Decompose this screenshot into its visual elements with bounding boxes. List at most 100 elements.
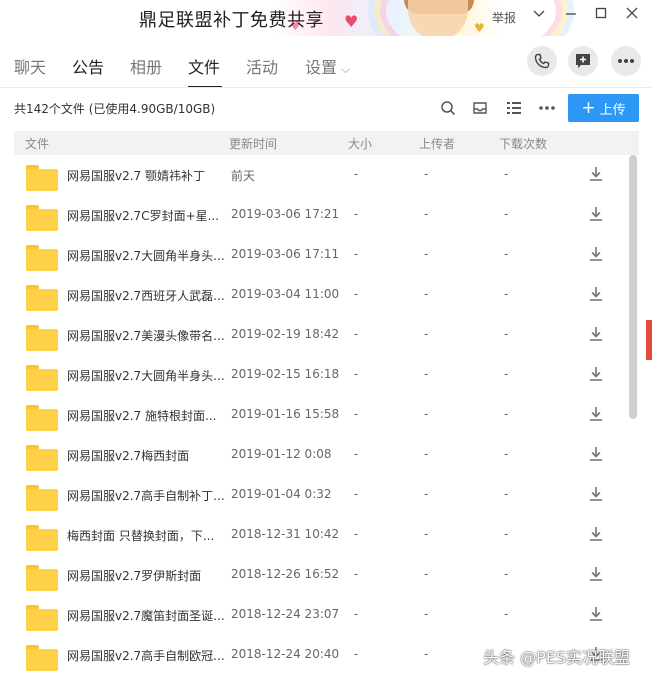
file-downloads: - <box>504 527 509 541</box>
file-time: 2019-03-06 17:21 <box>231 207 340 221</box>
download-icon[interactable] <box>587 485 605 503</box>
tab-chat[interactable]: 聊天 <box>14 54 46 78</box>
file-time: 2019-02-15 16:18 <box>231 367 340 381</box>
tab-activity[interactable]: 活动 <box>246 54 278 78</box>
file-downloads: - <box>504 367 509 381</box>
download-icon[interactable] <box>587 565 605 583</box>
file-downloads: - <box>504 447 509 461</box>
download-icon[interactable] <box>587 325 605 343</box>
chevron-down-icon[interactable] <box>528 6 550 26</box>
file-name[interactable]: 网易国服v2.7大圆角半身头... <box>67 247 227 264</box>
download-icon[interactable] <box>587 205 605 223</box>
more-button[interactable] <box>611 46 641 76</box>
folder-icon <box>26 525 58 551</box>
table-row[interactable]: 网易国服v2.7C罗封面+星... 2019-03-06 17:21 - - - <box>14 195 626 235</box>
download-icon[interactable] <box>587 445 605 463</box>
file-uploader: - <box>424 327 429 341</box>
table-row[interactable]: 网易国服v2.7魔笛封面圣诞... 2018-12-24 23:07 - - - <box>14 595 626 635</box>
watermark: 头条 @PES实况联盟 <box>483 648 631 667</box>
download-icon[interactable] <box>587 285 605 303</box>
tab-announcement[interactable]: 公告 <box>72 54 104 78</box>
table-row[interactable]: 网易国服v2.7西班牙人武磊... 2019-03-04 11:00 - - - <box>14 275 626 315</box>
table-row[interactable]: 网易国服v2.7大圆角半身头... 2019-02-15 16:18 - - - <box>14 355 626 395</box>
file-time: 2018-12-24 23:07 <box>231 607 340 621</box>
folder-icon <box>26 645 58 671</box>
table-row[interactable]: 网易国服v2.7美漫头像带名... 2019-02-19 18:42 - - - <box>14 315 626 355</box>
table-row[interactable]: 网易国服v2.7罗伊斯封面 2018-12-26 16:52 - - - <box>14 555 626 595</box>
column-uploader[interactable]: 上传者 <box>419 135 455 152</box>
list-view-icon[interactable] <box>504 98 524 118</box>
download-icon[interactable] <box>587 405 605 423</box>
tab-settings[interactable]: 设置 ⌵ <box>305 54 350 78</box>
file-time: 2018-12-31 10:42 <box>231 527 340 541</box>
inbox-icon[interactable] <box>470 98 490 118</box>
phone-icon <box>534 53 550 69</box>
file-name[interactable]: 网易国服v2.7高手自制欧冠... <box>67 647 227 664</box>
file-name[interactable]: 网易国服v2.7罗伊斯封面 <box>67 567 227 584</box>
file-size: - <box>354 447 359 461</box>
minimize-icon[interactable] <box>560 6 582 26</box>
download-icon[interactable] <box>587 245 605 263</box>
file-uploader: - <box>424 167 429 181</box>
column-downloads[interactable]: 下载次数 <box>499 135 547 152</box>
file-name[interactable]: 网易国服v2.7西班牙人武磊... <box>67 287 227 304</box>
file-name[interactable]: 网易国服v2.7大圆角半身头... <box>67 367 227 384</box>
storage-summary: 共142个文件 (已使用4.90GB/10GB) <box>14 102 216 116</box>
file-size: - <box>354 407 359 421</box>
search-icon[interactable] <box>438 98 458 118</box>
file-uploader: - <box>424 287 429 301</box>
download-icon[interactable] <box>587 365 605 383</box>
file-downloads: - <box>504 207 509 221</box>
more-icon[interactable] <box>537 98 557 118</box>
table-row[interactable]: 网易国服v2.7 颚婧祎补丁 前天 - - - <box>14 155 626 195</box>
file-downloads: - <box>504 607 509 621</box>
file-name[interactable]: 网易国服v2.7梅西封面 <box>67 447 227 464</box>
file-name[interactable]: 网易国服v2.7美漫头像带名... <box>67 327 227 344</box>
file-uploader: - <box>424 647 429 661</box>
table-row[interactable]: 网易国服v2.7高手自制补丁... 2019-01-04 0:32 - - - <box>14 475 626 515</box>
maximize-icon[interactable] <box>590 6 612 26</box>
table-row[interactable]: 网易国服v2.7梅西封面 2019-01-12 0:08 - - - <box>14 435 626 475</box>
download-icon[interactable] <box>587 605 605 623</box>
tab-files[interactable]: 文件 <box>188 54 220 78</box>
folder-icon <box>26 605 58 631</box>
tab-album[interactable]: 相册 <box>130 54 162 78</box>
file-name[interactable]: 网易国服v2.7C罗封面+星... <box>67 207 227 224</box>
file-name[interactable]: 网易国服v2.7魔笛封面圣诞... <box>67 607 227 624</box>
add-chat-icon <box>576 54 590 68</box>
report-button[interactable]: 举报 <box>492 9 516 26</box>
table-row[interactable]: 网易国服v2.7 施特根封面... 2019-01-16 15:58 - - - <box>14 395 626 435</box>
table-row[interactable]: 网易国服v2.7大圆角半身头... 2019-03-06 17:11 - - - <box>14 235 626 275</box>
file-uploader: - <box>424 367 429 381</box>
file-downloads: - <box>504 287 509 301</box>
phone-button[interactable] <box>527 46 557 76</box>
add-chat-button[interactable] <box>568 46 598 76</box>
file-size: - <box>354 207 359 221</box>
file-name[interactable]: 网易国服v2.7 施特根封面... <box>67 407 227 424</box>
folder-icon <box>26 365 58 391</box>
file-size: - <box>354 327 359 341</box>
column-size[interactable]: 大小 <box>348 135 372 152</box>
folder-icon <box>26 325 58 351</box>
heart-icon: ♥ <box>474 21 485 35</box>
upload-button[interactable]: + 上传 <box>568 94 639 122</box>
folder-icon <box>26 405 58 431</box>
download-icon[interactable] <box>587 525 605 543</box>
file-name[interactable]: 网易国服v2.7 颚婧祎补丁 <box>67 167 227 184</box>
scrollbar[interactable] <box>629 155 637 419</box>
column-time[interactable]: 更新时间 <box>229 135 277 152</box>
file-uploader: - <box>424 607 429 621</box>
folder-icon <box>26 245 58 271</box>
folder-icon <box>26 565 58 591</box>
tab-settings-label: 设置 <box>305 58 338 77</box>
folder-icon <box>26 165 58 191</box>
file-time: 2018-12-26 16:52 <box>231 567 340 581</box>
download-icon[interactable] <box>587 165 605 183</box>
file-name[interactable]: 网易国服v2.7高手自制补丁... <box>67 487 227 504</box>
close-icon[interactable] <box>621 6 643 26</box>
column-file[interactable]: 文件 <box>25 135 49 152</box>
file-size: - <box>354 567 359 581</box>
file-time: 2019-02-19 18:42 <box>231 327 340 341</box>
file-name[interactable]: 梅西封面 只替换封面，下... <box>67 527 227 544</box>
table-row[interactable]: 梅西封面 只替换封面，下... 2018-12-31 10:42 - - - <box>14 515 626 555</box>
